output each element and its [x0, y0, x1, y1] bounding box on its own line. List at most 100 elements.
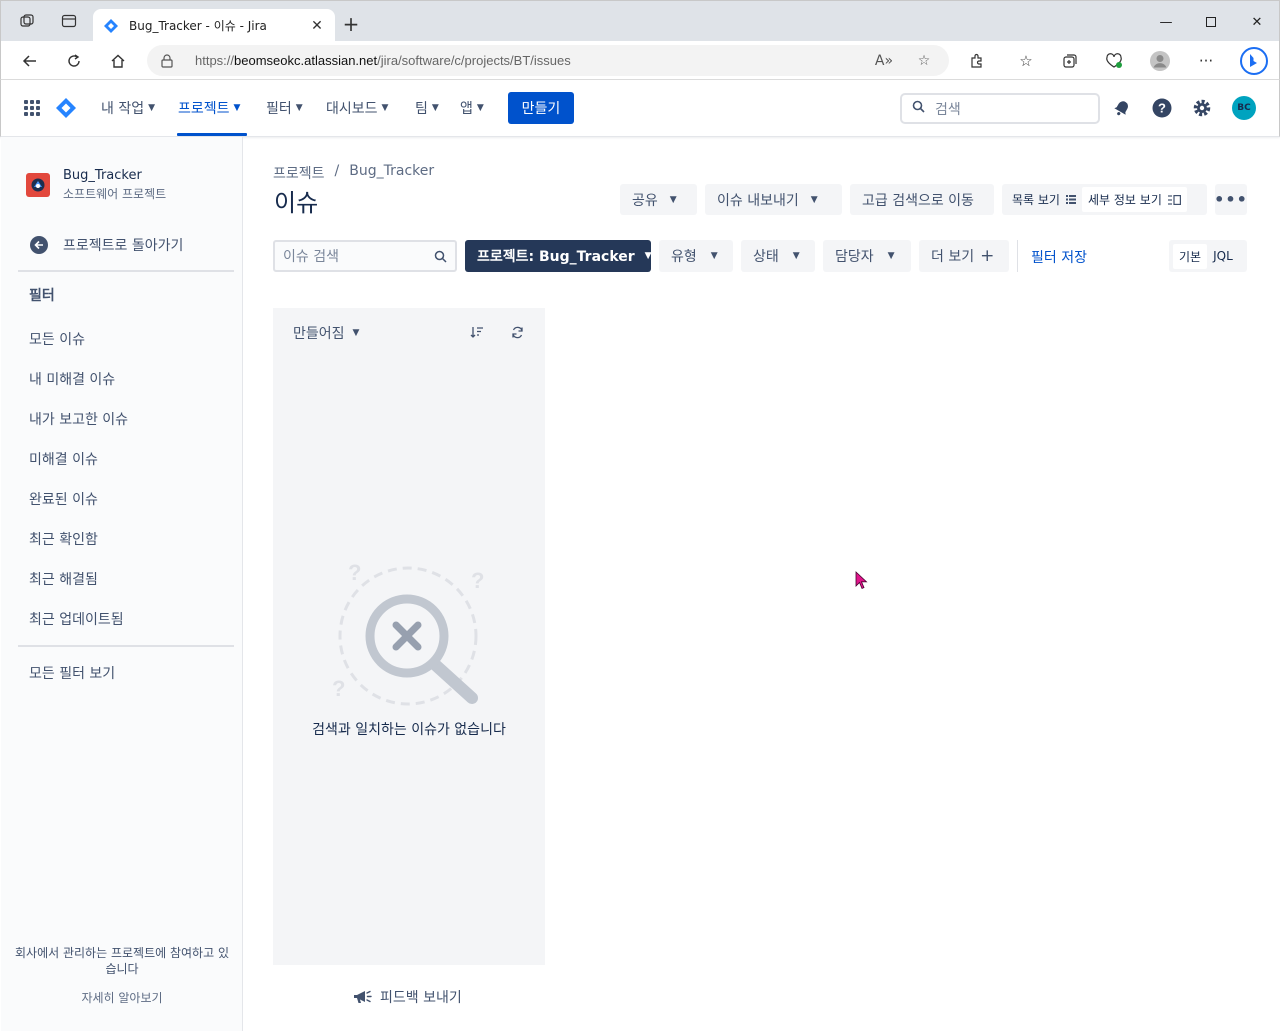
issue-list-panel: 만들어짐 ▼ ? ? ? 검색과 일치하는 이슈가 없습니다: [273, 308, 545, 965]
refresh-icon[interactable]: [507, 322, 527, 342]
nav-your-work[interactable]: 내 작업 ▼: [101, 98, 155, 118]
sidebar-item-updated-recently[interactable]: 최근 업데이트됨: [29, 609, 124, 629]
project-filter-button[interactable]: 프로젝트: Bug_Tracker ▼: [465, 240, 652, 272]
global-search-placeholder: 검색: [935, 101, 961, 118]
more-actions-button[interactable]: •••: [1214, 184, 1247, 215]
sidebar-item-viewed-recently[interactable]: 최근 확인함: [29, 529, 98, 549]
back-to-projects-label: 프로젝트로 돌아가기: [63, 238, 184, 254]
nav-teams[interactable]: 팀 ▼: [415, 98, 439, 118]
new-tab-icon[interactable]: +: [341, 14, 361, 35]
chevron-down-icon: ▼: [233, 103, 241, 113]
user-avatar[interactable]: BC: [1232, 96, 1256, 120]
assignee-filter-button[interactable]: 담당자 ▼: [823, 240, 911, 272]
more-filters-button[interactable]: 더 보기 +: [919, 240, 1009, 272]
tab-actions-icon[interactable]: [59, 11, 79, 31]
sort-direction-icon[interactable]: [467, 322, 487, 342]
nav-filters[interactable]: 필터 ▼: [266, 98, 303, 118]
project-filter-label: 프로젝트: Bug_Tracker: [477, 249, 635, 265]
back-icon[interactable]: [19, 50, 41, 72]
sidebar-item-resolved-recently[interactable]: 최근 해결됨: [29, 569, 98, 589]
sidebar-item-my-open-issues[interactable]: 내 미해결 이슈: [29, 369, 115, 389]
plus-icon: +: [980, 246, 995, 266]
search-mode-toggle: 기본 JQL: [1169, 240, 1247, 272]
tab-close-icon[interactable]: ✕: [309, 18, 325, 34]
issue-search-input[interactable]: 이슈 검색: [273, 240, 457, 272]
sidebar-item-all-issues[interactable]: 모든 이슈: [29, 329, 85, 349]
mouse-cursor-icon: [855, 571, 868, 590]
extensions-icon[interactable]: [965, 50, 989, 72]
assignee-filter-label: 담당자: [835, 249, 874, 265]
sidebar-item-reported-by-me[interactable]: 내가 보고한 이슈: [29, 409, 128, 429]
sort-order-select[interactable]: 만들어짐 ▼: [293, 323, 359, 343]
jira-favicon-icon: [103, 18, 119, 34]
basic-mode-option[interactable]: 기본: [1173, 243, 1208, 269]
give-feedback-button[interactable]: 피드백 보내기: [352, 987, 462, 1007]
chevron-down-icon: ▼: [810, 194, 818, 205]
bing-copilot-icon[interactable]: [1239, 46, 1269, 76]
nav-dashboards[interactable]: 대시보드 ▼: [326, 98, 388, 118]
chevron-down-icon: ▼: [381, 103, 389, 113]
svg-text:?: ?: [471, 568, 484, 593]
nav-projects[interactable]: 프로젝트 ▼: [178, 98, 240, 118]
url-field[interactable]: https://beomseokc.atlassian.net/jira/sof…: [147, 45, 949, 76]
nav-projects-label: 프로젝트: [178, 101, 230, 117]
jira-logo-icon[interactable]: [54, 96, 78, 120]
svg-text:?: ?: [1158, 101, 1166, 116]
back-to-projects-link[interactable]: 프로젝트로 돌아가기: [30, 235, 183, 255]
favorite-star-icon[interactable]: ☆: [913, 53, 935, 69]
settings-more-icon[interactable]: ···: [1194, 50, 1218, 72]
share-label: 공유: [632, 192, 658, 209]
chevron-down-icon: ▼: [476, 103, 484, 113]
filter-separator: [1017, 240, 1018, 272]
detail-view-label: 세부 정보 보기: [1087, 193, 1162, 207]
chevron-down-icon: ▼: [352, 328, 360, 338]
learn-more-link[interactable]: 자세히 알아보기: [1, 989, 243, 1006]
export-issues-button[interactable]: 이슈 내보내기 ▼: [705, 184, 842, 215]
close-window-icon[interactable]: ✕: [1234, 11, 1280, 33]
nav-apps-label: 앱: [460, 101, 473, 117]
notifications-bell-icon[interactable]: [1110, 96, 1134, 120]
chevron-down-icon: ▼: [431, 103, 439, 113]
jql-mode-option[interactable]: JQL: [1207, 245, 1239, 267]
nav-teams-label: 팀: [415, 101, 428, 117]
browser-essentials-icon[interactable]: [1102, 50, 1126, 72]
active-nav-underline: [177, 133, 247, 136]
help-icon[interactable]: ?: [1150, 96, 1174, 120]
workspaces-icon[interactable]: [17, 11, 37, 31]
view-toggle: 목록 보기 세부 정보 보기: [1002, 184, 1207, 215]
list-view-option[interactable]: 목록 보기: [1006, 187, 1082, 212]
refresh-icon[interactable]: [63, 50, 85, 72]
maximize-icon[interactable]: [1188, 11, 1234, 33]
nav-apps[interactable]: 앱 ▼: [460, 98, 484, 118]
chevron-down-icon: ▼: [669, 194, 677, 205]
team-managed-notice: 회사에서 관리하는 프로젝트에 참여하고 있습니다: [15, 946, 229, 976]
breadcrumb-projects[interactable]: 프로젝트: [273, 163, 325, 183]
read-aloud-icon[interactable]: A»: [873, 53, 895, 69]
share-button[interactable]: 공유 ▼: [620, 184, 697, 215]
favorites-icon[interactable]: ☆: [1014, 50, 1038, 72]
breadcrumb-project[interactable]: Bug_Tracker: [349, 163, 434, 183]
nav-your-work-label: 내 작업: [101, 101, 145, 117]
sidebar-item-done-issues[interactable]: 완료된 이슈: [29, 489, 98, 509]
home-icon[interactable]: [107, 50, 129, 72]
global-search-input[interactable]: 검색: [900, 93, 1100, 124]
sidebar-item-open-issues[interactable]: 미해결 이슈: [29, 449, 98, 469]
list-view-label: 목록 보기: [1012, 193, 1060, 207]
advanced-search-button[interactable]: 고급 검색으로 이동: [850, 184, 994, 215]
save-filter-link[interactable]: 필터 저장: [1031, 247, 1087, 267]
app-switcher-icon[interactable]: [20, 96, 44, 120]
create-button[interactable]: 만들기: [508, 92, 574, 124]
project-header[interactable]: Bug_Tracker 소프트웨어 프로젝트: [26, 168, 166, 202]
status-filter-button[interactable]: 상태 ▼: [741, 240, 815, 272]
settings-gear-icon[interactable]: [1190, 96, 1214, 120]
detail-view-option[interactable]: 세부 정보 보기: [1081, 187, 1187, 212]
profile-avatar-icon[interactable]: [1148, 50, 1172, 72]
browser-tab-active[interactable]: Bug_Tracker - 이슈 - Jira ✕: [93, 9, 335, 42]
more-filters-label: 더 보기: [931, 249, 975, 265]
type-filter-button[interactable]: 유형 ▼: [659, 240, 733, 272]
type-filter-label: 유형: [671, 249, 697, 265]
tab-title: Bug_Tracker - 이슈 - Jira: [129, 19, 267, 33]
minimize-icon[interactable]: —: [1143, 11, 1189, 33]
sidebar-item-all-filters[interactable]: 모든 필터 보기: [29, 663, 115, 683]
collections-icon[interactable]: [1058, 50, 1082, 72]
